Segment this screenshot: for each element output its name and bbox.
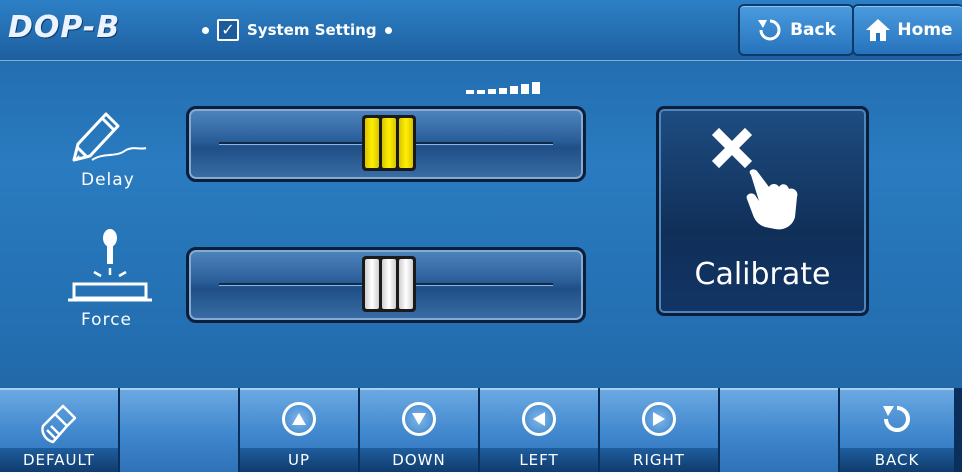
function-key-blank[interactable] xyxy=(120,388,238,472)
arrow-up-icon xyxy=(282,402,316,436)
calibrate-touch-icon xyxy=(711,127,798,230)
header-bar: DOP-B ✓ System Setting Back Home xyxy=(0,0,962,61)
page-title: System Setting xyxy=(247,21,377,39)
checkbox-icon: ✓ xyxy=(217,19,239,41)
force-label: Force xyxy=(81,310,132,330)
force-slider-thumb[interactable] xyxy=(362,256,416,312)
home-button[interactable]: Home xyxy=(852,4,962,56)
home-icon xyxy=(866,19,891,41)
pencil-icon xyxy=(72,112,147,162)
force-icon xyxy=(68,229,152,302)
right-button[interactable]: RIGHT xyxy=(600,388,718,472)
left-button-label: LEFT xyxy=(480,448,598,472)
breadcrumb: ✓ System Setting xyxy=(202,16,392,44)
left-button[interactable]: LEFT xyxy=(480,388,598,472)
delay-slider-thumb[interactable] xyxy=(362,115,416,171)
delay-slider[interactable] xyxy=(186,106,586,182)
default-button-label: DEFAULT xyxy=(0,448,118,472)
bottom-back-button-label: BACK xyxy=(840,448,954,472)
down-button-label: DOWN xyxy=(360,448,478,472)
back-icon xyxy=(883,406,910,432)
right-button-label: RIGHT xyxy=(600,448,718,472)
home-button-label: Home xyxy=(897,20,953,40)
arrow-right-icon xyxy=(642,402,676,436)
screen: DOP-B ✓ System Setting Back Home Delay F… xyxy=(0,0,962,472)
bottom-back-button[interactable]: BACK xyxy=(840,388,954,472)
down-button[interactable]: DOWN xyxy=(360,388,478,472)
bullet-icon xyxy=(384,26,392,34)
calibrate-label: Calibrate xyxy=(694,257,831,292)
logo: DOP-B xyxy=(8,10,121,45)
arrow-left-icon xyxy=(522,402,556,436)
function-key-blank[interactable] xyxy=(720,388,838,472)
back-button-label: Back xyxy=(790,20,836,40)
level-meter-icon xyxy=(466,82,540,94)
brush-icon xyxy=(41,404,77,444)
function-key-bar: DEFAULT UP DOWN LEFT RIGHT BACK xyxy=(0,388,962,472)
calibrate-button[interactable]: Calibrate xyxy=(656,106,869,316)
back-button[interactable]: Back xyxy=(738,4,854,56)
up-button-label: UP xyxy=(240,448,358,472)
default-button[interactable]: DEFAULT xyxy=(0,388,118,472)
arrow-down-icon xyxy=(402,402,436,436)
up-button[interactable]: UP xyxy=(240,388,358,472)
undo-icon xyxy=(758,19,781,41)
delay-label: Delay xyxy=(81,170,135,190)
bullet-icon xyxy=(202,26,209,34)
force-slider[interactable] xyxy=(186,247,586,323)
